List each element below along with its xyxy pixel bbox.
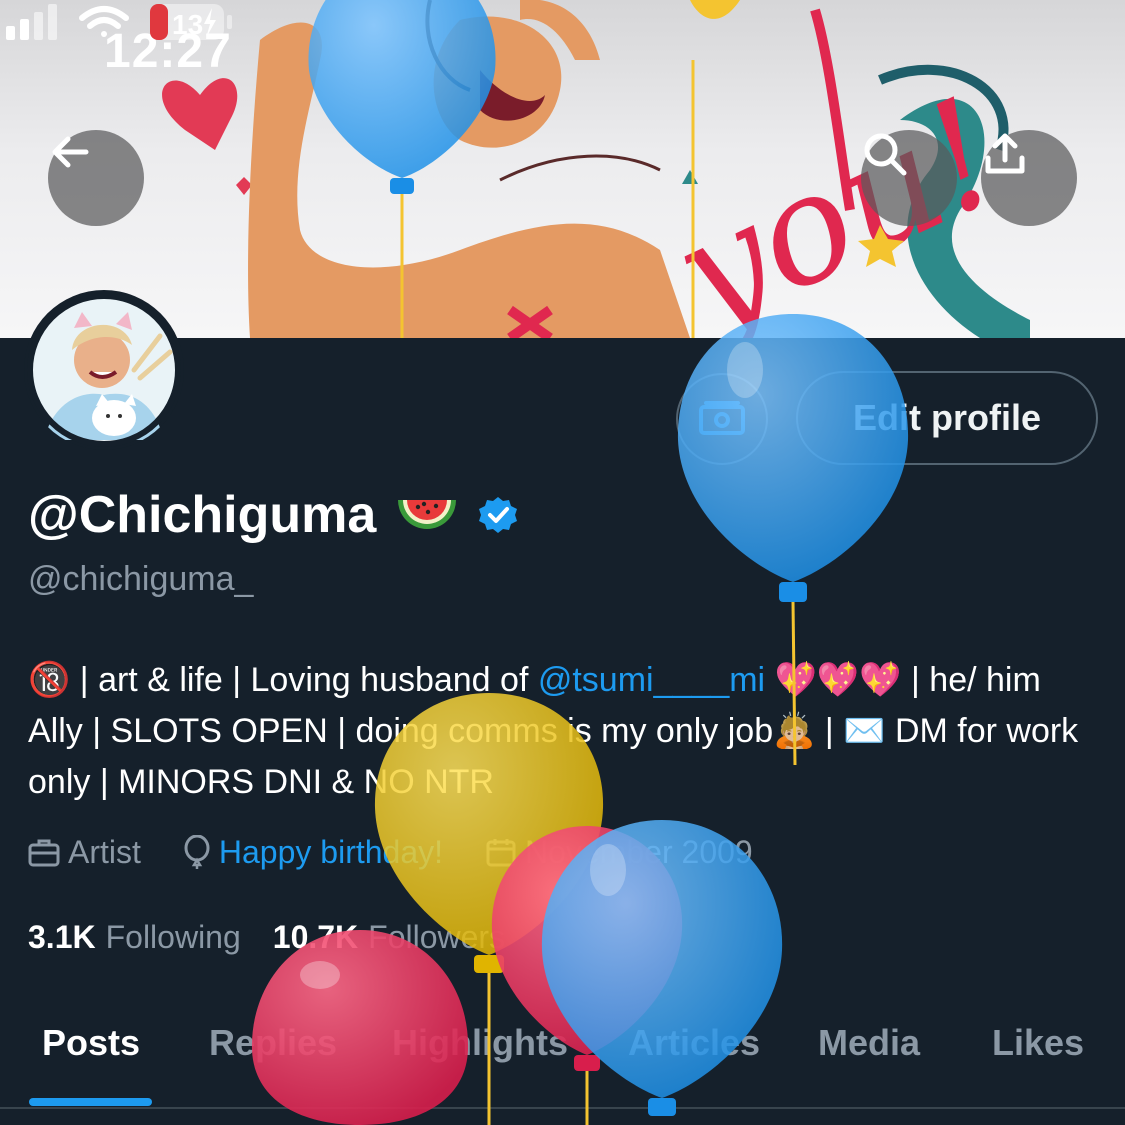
profile-bio: 🔞 | art & life | Loving husband of @tsum… xyxy=(28,655,1098,808)
joined-item: November 2009 xyxy=(485,834,753,871)
tab-replies[interactable]: Replies xyxy=(209,1022,337,1064)
svg-text:13: 13 xyxy=(172,9,203,40)
tab-posts[interactable]: Posts xyxy=(42,1022,140,1064)
avatar-illustration xyxy=(27,293,181,447)
profile-meta: Artist Happy birthday! November 2009 xyxy=(28,830,795,874)
bio-text: 🔞 xyxy=(28,661,71,699)
profile-banner[interactable]: you! 12:27 13 xyxy=(0,0,1125,338)
follow-stats: 3.1K Following 10.7K Followers xyxy=(28,915,537,959)
following-label: Following xyxy=(105,918,241,955)
battery-charging-icon: 13 xyxy=(150,4,232,40)
following-link[interactable]: 3.1K Following xyxy=(28,919,241,956)
profession-label: Artist xyxy=(68,833,141,870)
tab-highlights[interactable]: Highlights xyxy=(392,1022,568,1064)
following-count: 3.1K xyxy=(28,918,96,955)
birthday-link[interactable]: Happy birthday! xyxy=(219,834,443,871)
tabs-divider xyxy=(0,1107,1125,1109)
followers-count: 10.7K xyxy=(272,918,359,955)
share-button[interactable] xyxy=(981,130,1077,226)
edit-profile-button[interactable]: Edit profile xyxy=(796,371,1098,465)
followers-link[interactable]: 10.7K Followers xyxy=(273,919,505,956)
followers-label: Followers xyxy=(368,918,506,955)
profession-item: Artist xyxy=(28,834,141,871)
bio-text: | art & life | Loving husband of xyxy=(70,661,538,699)
search-icon xyxy=(864,133,907,176)
display-name-row: @Chichiguma xyxy=(28,480,518,550)
signal-icon xyxy=(6,4,57,40)
back-button[interactable] xyxy=(48,130,144,226)
tab-likes[interactable]: Likes xyxy=(992,1022,1084,1064)
birthday-item[interactable]: Happy birthday! xyxy=(183,834,443,871)
bio-mention-link[interactable]: @tsumi____mi xyxy=(538,661,765,699)
active-tab-indicator xyxy=(29,1098,152,1106)
verified-check-icon xyxy=(479,497,518,533)
calendar-icon xyxy=(486,839,516,867)
money-icon xyxy=(699,401,745,435)
share-icon xyxy=(985,133,1025,174)
display-name: @Chichiguma xyxy=(28,486,377,544)
avatar[interactable] xyxy=(24,290,184,450)
wifi-icon xyxy=(79,6,129,37)
tab-articles[interactable]: Articles xyxy=(628,1022,760,1064)
tip-button[interactable] xyxy=(676,373,768,465)
search-button[interactable] xyxy=(861,130,957,226)
arrow-left-icon xyxy=(52,136,89,168)
joined-date: November 2009 xyxy=(525,833,753,870)
balloon-icon xyxy=(184,835,210,869)
profile-tabs: Posts Replies Highlights Articles Media … xyxy=(0,1000,1125,1108)
profile-screen: you! 12:27 13 Edit profile @Chichiguma @… xyxy=(0,0,1125,1125)
tab-media[interactable]: Media xyxy=(818,1022,920,1064)
briefcase-icon xyxy=(28,839,60,867)
status-icons: 13 xyxy=(6,4,232,40)
username-handle: @chichiguma_ xyxy=(28,560,254,598)
watermelon-icon xyxy=(398,500,457,529)
